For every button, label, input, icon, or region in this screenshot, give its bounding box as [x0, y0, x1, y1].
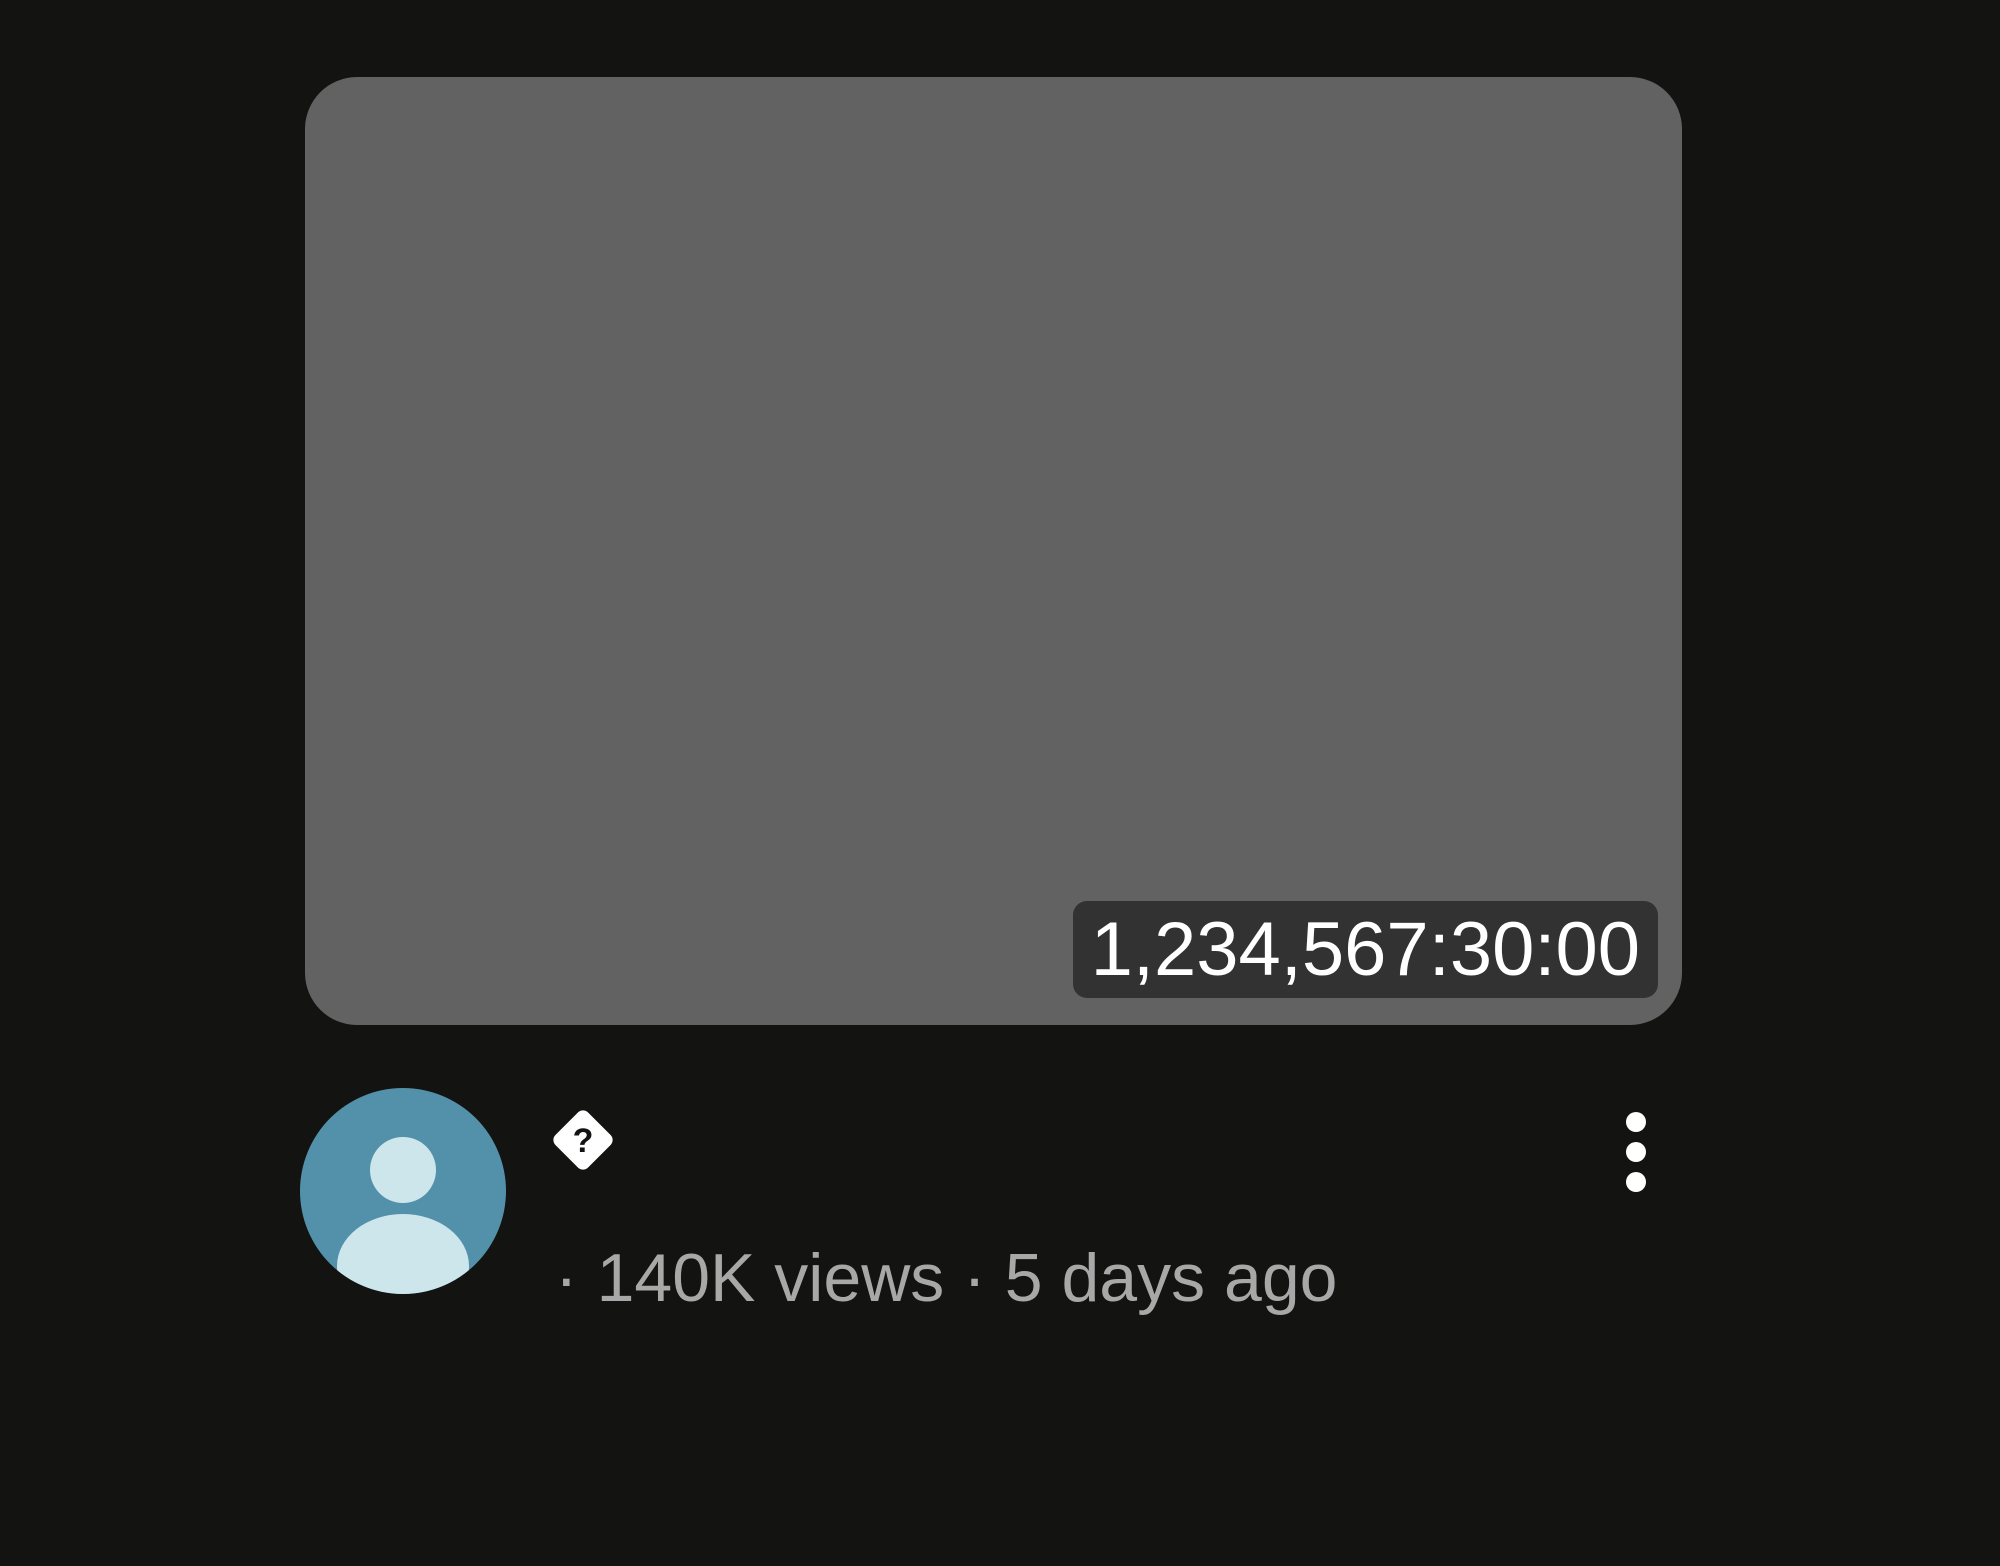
- meta-separator: ·: [555, 1240, 578, 1316]
- channel-avatar[interactable]: [300, 1088, 506, 1294]
- vertical-ellipsis-icon: [1626, 1112, 1646, 1192]
- more-options-button[interactable]: [1612, 1102, 1660, 1202]
- upload-age: 5 days ago: [1004, 1240, 1338, 1316]
- duration-badge: 1,234,567:30:00: [1072, 901, 1658, 998]
- question-diamond-icon: ?: [541, 1098, 625, 1182]
- default-user-avatar-icon: [337, 1137, 469, 1294]
- meta-separator: ·: [963, 1240, 986, 1316]
- svg-text:?: ?: [573, 1122, 594, 1160]
- video-thumbnail[interactable]: 1,234,567:30:00: [305, 77, 1682, 1025]
- view-count: 140K views: [596, 1240, 945, 1316]
- video-metadata: · 140K views · 5 days ago: [555, 1238, 1337, 1318]
- video-card: 1,234,567:30:00 ? · 140K views · 5 days …: [0, 0, 2000, 1566]
